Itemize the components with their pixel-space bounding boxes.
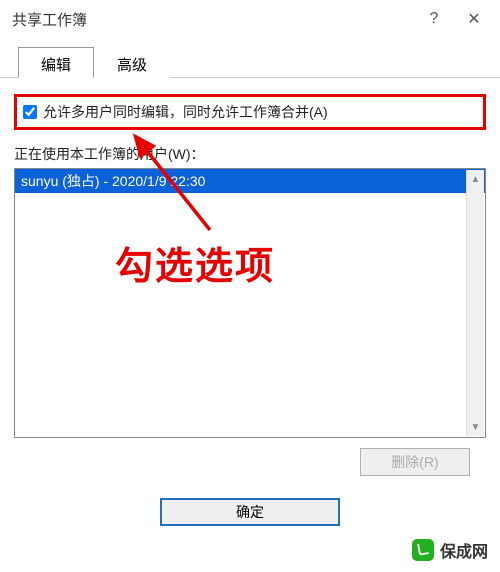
ok-button-label: 确定 — [236, 502, 264, 522]
tab-advanced[interactable]: 高级 — [94, 47, 170, 78]
remove-button-row: 删除(R) — [14, 438, 486, 482]
close-icon: ✕ — [467, 9, 480, 29]
tab-editing-label: 编辑 — [41, 57, 71, 74]
tab-editing[interactable]: 编辑 — [18, 47, 94, 78]
watermark: 保成网 — [408, 536, 492, 564]
titlebar: 共享工作簿 ? ✕ — [0, 0, 500, 38]
allow-multi-user-label[interactable]: 允许多用户同时编辑，同时允许工作簿合并(A) — [43, 102, 328, 122]
allow-multi-user-checkbox[interactable] — [23, 105, 37, 119]
remove-button-label: 删除(R) — [391, 452, 438, 472]
scroll-up-icon[interactable]: ▲ — [467, 170, 485, 188]
tabstrip: 编辑 高级 — [0, 46, 500, 78]
question-icon: ? — [430, 10, 439, 28]
watermark-logo-icon — [412, 539, 434, 561]
scrollbar[interactable]: ▲ ▼ — [466, 170, 484, 436]
tab-advanced-label: 高级 — [117, 57, 147, 74]
users-listbox[interactable]: sunyu (独占) - 2020/1/9 22:30 ▲ ▼ — [14, 168, 486, 438]
window-title: 共享工作簿 — [12, 9, 414, 30]
scroll-down-icon[interactable]: ▼ — [467, 418, 485, 436]
list-item[interactable]: sunyu (独占) - 2020/1/9 22:30 — [15, 169, 485, 193]
ok-button[interactable]: 确定 — [160, 498, 340, 526]
editing-panel: 允许多用户同时编辑，同时允许工作簿合并(A) 正在使用本工作簿的用户(W)： s… — [0, 78, 500, 492]
allow-multi-user-row: 允许多用户同时编辑，同时允许工作簿合并(A) — [14, 94, 486, 130]
watermark-text: 保成网 — [440, 538, 488, 562]
users-listbox-wrap: sunyu (独占) - 2020/1/9 22:30 ▲ ▼ — [14, 168, 486, 438]
close-button[interactable]: ✕ — [454, 4, 494, 34]
help-button[interactable]: ? — [414, 4, 454, 34]
remove-button: 删除(R) — [360, 448, 470, 476]
dialog-footer: 确定 — [0, 492, 500, 536]
users-label: 正在使用本工作簿的用户(W)： — [14, 144, 486, 164]
share-workbook-dialog: 共享工作簿 ? ✕ 编辑 高级 允许多用户同时编辑，同时允许工作簿合并(A) 正… — [0, 0, 500, 572]
